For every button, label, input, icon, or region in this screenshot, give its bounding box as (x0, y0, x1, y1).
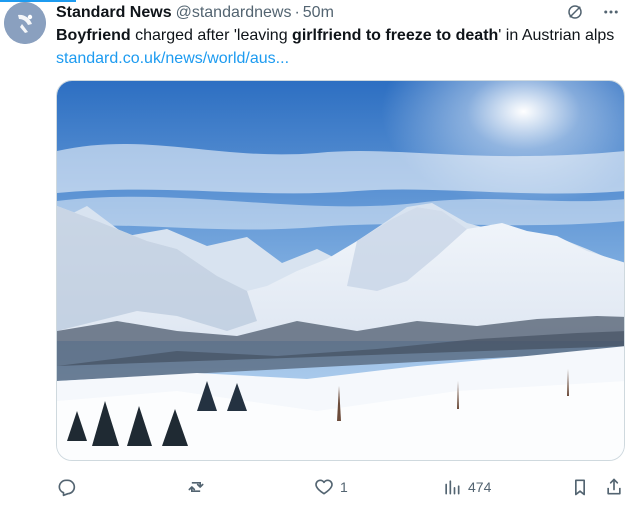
tweet-text: Boyfriend charged after 'leaving girlfri… (56, 24, 616, 70)
share-icon (607, 478, 621, 495)
tweet-text-bold-1: Boyfriend (56, 27, 131, 44)
like-icon (315, 479, 333, 495)
tweet-text-part-2: charged after 'leaving (130, 27, 293, 44)
tweet-time[interactable]: 50m (303, 4, 334, 22)
like-button[interactable]: 1 (314, 475, 348, 499)
reply-icon (58, 479, 76, 497)
tweet-link[interactable]: standard.co.uk/news/world/aus... (56, 50, 289, 67)
share-button[interactable] (604, 475, 624, 499)
tweet-text-part-4: ' in Austrian alps (498, 27, 615, 44)
like-count: 1 (340, 479, 348, 495)
retweet-icon (188, 482, 204, 492)
grok-icon[interactable] (565, 2, 585, 22)
retweet-button[interactable] (186, 475, 206, 499)
avatar[interactable] (4, 2, 46, 44)
tweet-media-image[interactable] (56, 80, 625, 461)
bookmark-button[interactable] (570, 475, 590, 499)
tweet-actions: 1 474 (56, 475, 628, 499)
views-icon (445, 480, 460, 495)
tweet-header: Standard News @standardnews · 50m (56, 2, 621, 24)
views-button[interactable]: 474 (442, 475, 491, 499)
reply-button[interactable] (56, 475, 76, 499)
author-handle[interactable]: @standardnews (176, 4, 292, 22)
bookmark-icon (575, 479, 585, 496)
more-icon[interactable] (601, 2, 621, 22)
tweet-text-bold-2: girlfriend to freeze to death (292, 27, 499, 44)
views-count: 474 (468, 479, 492, 495)
avatar-logo-icon (4, 2, 46, 44)
separator-dot: · (294, 4, 300, 21)
author-name[interactable]: Standard News (56, 4, 172, 22)
mountain-scene-image (57, 81, 624, 460)
